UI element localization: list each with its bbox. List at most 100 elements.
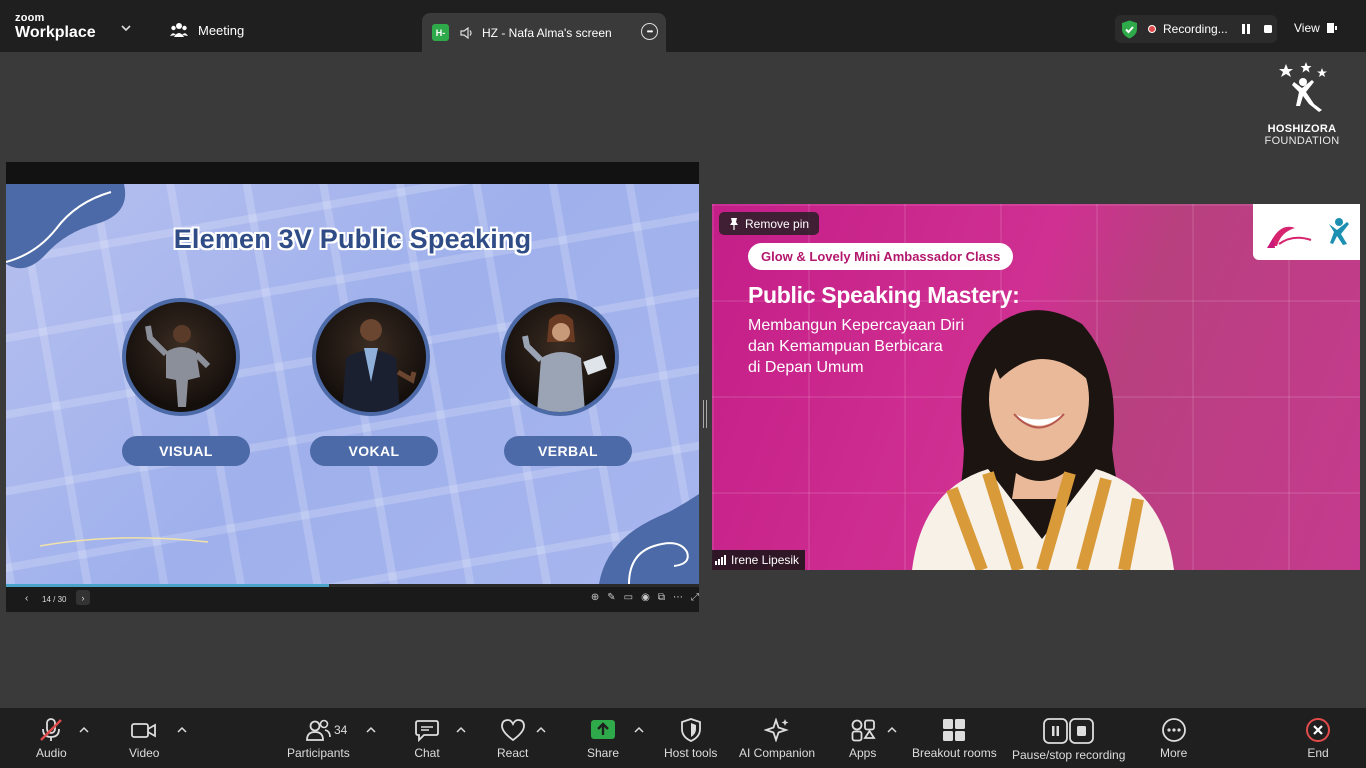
video-camera-icon	[131, 723, 157, 738]
end-meeting-button[interactable]: End	[1305, 718, 1331, 760]
end-call-icon	[1306, 718, 1330, 742]
recording-status: Recording...	[1115, 15, 1277, 43]
heart-icon	[500, 719, 525, 742]
host-tools-button[interactable]: Host tools	[664, 718, 717, 760]
pause-icon[interactable]	[1238, 21, 1254, 37]
top-bar: zoom Workplace Meeting H- HZ - Nafa Alma…	[0, 0, 1366, 52]
speaker-icon[interactable]	[460, 26, 474, 39]
brand-large: Workplace	[15, 24, 96, 41]
sparkle-icon	[764, 718, 789, 742]
previous-slide-icon[interactable]: ‹	[25, 593, 28, 604]
apps-icon	[851, 719, 876, 742]
ai-companion-label: AI Companion	[739, 746, 816, 760]
slide-page-indicator: 14 / 30	[42, 595, 67, 604]
meeting-toolbar: Audio Video Participants 34 Chat React S…	[0, 708, 1366, 768]
slide-item-vokal: VOKAL	[310, 436, 438, 466]
end-label: End	[1307, 746, 1329, 760]
shield-icon	[680, 718, 701, 742]
breakout-rooms-label: Breakout rooms	[912, 746, 997, 760]
pause-stop-recording-icon	[1042, 718, 1094, 744]
chat-bubble-icon	[415, 720, 439, 742]
hoshizora-foundation-logo: HOSHIZORA FOUNDATION	[1262, 62, 1342, 147]
video-options-chevron-icon[interactable]	[177, 726, 187, 734]
share-screen-icon	[591, 720, 616, 739]
zoom-workplace-logo[interactable]: zoom Workplace	[15, 13, 96, 41]
audio-button[interactable]: Audio	[36, 718, 67, 760]
participants-icon	[306, 719, 332, 741]
shield-check-icon[interactable]	[1121, 20, 1138, 39]
meeting-menu[interactable]: Meeting	[170, 22, 244, 38]
chat-label: Chat	[414, 746, 440, 760]
broadcast-icon[interactable]: ◉	[641, 592, 650, 603]
apps-options-chevron-icon[interactable]	[887, 726, 897, 734]
apps-label: Apps	[849, 746, 877, 760]
stop-icon[interactable]	[1260, 21, 1276, 37]
foundation-name-1: HOSHIZORA	[1267, 123, 1337, 135]
more-options-icon[interactable]: •••	[641, 23, 658, 40]
zoom-icon[interactable]: ⊕	[591, 592, 599, 603]
slide-title: Elemen 3V Public Speaking	[173, 224, 532, 254]
participants-options-chevron-icon[interactable]	[366, 726, 376, 734]
subtitles-icon[interactable]: ▭	[624, 592, 633, 603]
meeting-label: Meeting	[198, 22, 245, 38]
remove-pin-button[interactable]: Remove pin	[719, 212, 820, 235]
microphone-muted-icon	[40, 718, 63, 741]
recording-dot-icon	[1148, 25, 1156, 33]
share-options-chevron-icon[interactable]	[634, 726, 644, 734]
view-label: View	[1294, 21, 1320, 35]
pause-stop-recording-label: Pause/stop recording	[1012, 748, 1126, 762]
panel-resize-handle[interactable]	[703, 400, 707, 428]
more-button[interactable]: More	[1160, 718, 1187, 760]
host-tools-label: Host tools	[664, 746, 718, 760]
view-layout-icon	[1326, 23, 1337, 33]
participant-name-tag: Irene Lipesik	[712, 550, 806, 570]
participant-name: Irene Lipesik	[731, 553, 800, 567]
react-options-chevron-icon[interactable]	[536, 726, 546, 734]
chevron-down-icon[interactable]	[121, 23, 131, 33]
chat-button[interactable]: Chat	[414, 718, 440, 760]
more-icon[interactable]: ⋯	[673, 592, 683, 603]
react-label: React	[497, 746, 529, 760]
expand-icon[interactable]: ⤢	[691, 592, 699, 603]
audio-options-chevron-icon[interactable]	[79, 726, 89, 734]
pen-icon[interactable]: ✎	[607, 592, 615, 603]
slide-item-visual: VISUAL	[122, 436, 250, 466]
more-label: More	[1160, 746, 1188, 760]
pause-stop-recording-button[interactable]: Pause/stop recording	[1012, 718, 1125, 762]
chat-options-chevron-icon[interactable]	[456, 726, 466, 734]
participant-video-tile[interactable]: Remove pin Glow & Lovely Mini Ambassador…	[712, 204, 1360, 570]
glow-lovely-logo-icon	[1267, 226, 1312, 248]
share-button[interactable]: Share	[587, 718, 619, 760]
hoshizora-small-logo-icon	[1329, 218, 1349, 245]
shared-screen[interactable]: Elemen 3V Public Speaking VISUAL VOKAL V…	[6, 162, 699, 612]
vokal-speaker-photo	[312, 298, 430, 416]
slide-curve-decoration	[40, 537, 209, 547]
presenter-figure	[912, 310, 1174, 570]
more-icon	[1161, 718, 1186, 742]
foundation-name-2: FOUNDATION	[1264, 135, 1340, 147]
slide-item-verbal: VERBAL	[504, 436, 632, 466]
sponsor-logos	[1253, 204, 1360, 260]
breakout-rooms-icon	[943, 719, 966, 741]
shared-screen-tab[interactable]: H- HZ - Nafa Alma's screen •••	[422, 13, 666, 52]
verbal-speaker-photo	[501, 298, 619, 416]
screens-icon[interactable]: ⧉	[658, 592, 665, 603]
video-button[interactable]: Video	[129, 718, 159, 760]
react-button[interactable]: React	[497, 718, 528, 760]
visual-speaker-photo	[122, 298, 240, 416]
share-label: Share	[587, 746, 620, 760]
breakout-rooms-button[interactable]: Breakout rooms	[912, 718, 997, 760]
signal-strength-icon	[715, 555, 726, 565]
apps-button[interactable]: Apps	[849, 718, 876, 760]
view-button[interactable]: View	[1294, 21, 1338, 35]
ai-companion-button[interactable]: AI Companion	[739, 718, 815, 760]
share-tab-badge: H-	[432, 24, 449, 41]
pin-icon	[730, 217, 738, 230]
participants-count-badge: 34	[334, 723, 348, 737]
remove-pin-label: Remove pin	[745, 216, 810, 231]
recording-label: Recording...	[1163, 22, 1228, 36]
next-slide-icon[interactable]: ›	[76, 590, 90, 605]
presentation-slide: Elemen 3V Public Speaking VISUAL VOKAL V…	[6, 184, 699, 584]
brand-small: zoom	[15, 12, 45, 24]
people-icon	[170, 23, 188, 37]
